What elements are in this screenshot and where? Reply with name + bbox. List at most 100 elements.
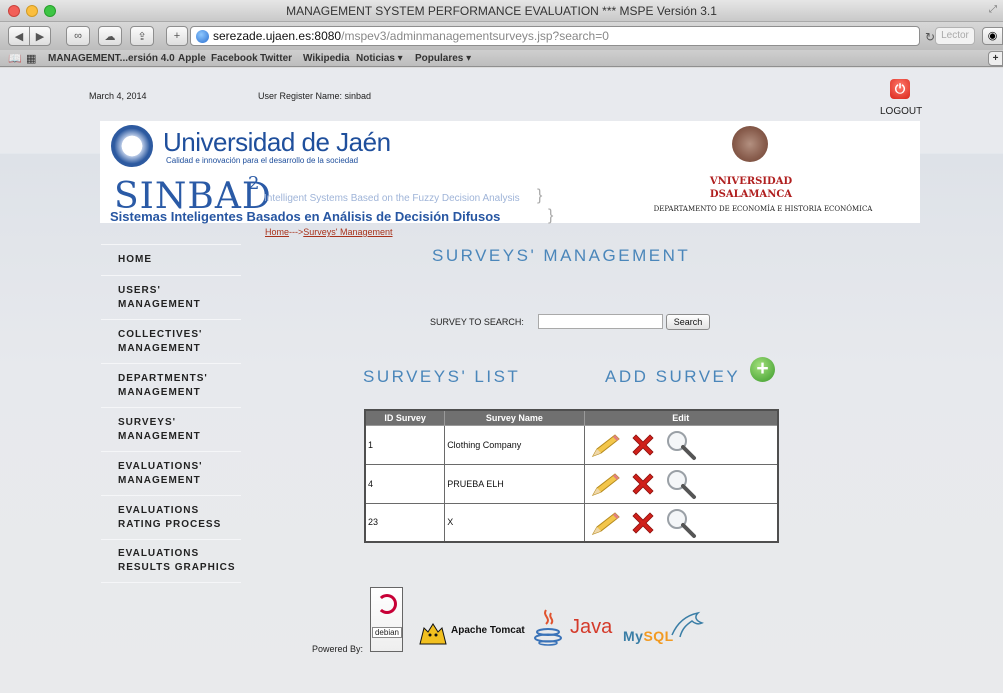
reader-button[interactable]: Lector (935, 27, 975, 45)
column-header-id: ID Survey (364, 409, 446, 426)
url-path: /mspev3/adminmanagementsurveys.jsp?searc… (341, 29, 609, 43)
debian-swirl-icon (377, 594, 397, 614)
department-name: DEPARTAMENTO DE ECONOMÍA E HISTORIA ECON… (653, 205, 873, 213)
edit-actions (583, 463, 779, 504)
bookmark-item[interactable]: Wikipedia (303, 53, 350, 64)
sidebar-item-results-graphics[interactable]: EVALUATIONS RESULTS GRAPHICS (101, 539, 241, 583)
address-bar[interactable]: serezade.ujaen.es:8080/mspev3/adminmanag… (190, 26, 920, 46)
forward-button[interactable]: ▶ (29, 26, 51, 46)
fullscreen-icon[interactable]: ⤢ (989, 4, 997, 15)
bookmarks-bar: 📖 ▦ MANAGEMENT...ersión 4.0 Apple Facebo… (0, 50, 1003, 67)
debian-label: debian (372, 627, 402, 638)
surveys-table: ID Survey Survey Name Edit 1 Clothing Co… (364, 409, 779, 543)
bookmarks-book-icon[interactable]: 📖 (8, 52, 22, 65)
university-jaen-title: Universidad de Jaén (163, 127, 391, 157)
table-header-row: ID Survey Survey Name Edit (364, 409, 779, 426)
globe-icon (196, 30, 209, 43)
magnifier-icon[interactable] (665, 468, 697, 500)
column-header-name: Survey Name (444, 409, 585, 426)
search-label: SURVEY TO SEARCH: (430, 317, 524, 327)
sinbad-spanish-subtitle: Sistemas Inteligentes Basados en Análisi… (110, 209, 501, 224)
window-title: MANAGEMENT SYSTEM PERFORMANCE EVALUATION… (286, 4, 717, 18)
breadcrumb-separator: ---> (289, 227, 304, 237)
sinbad-english-subtitle: Intelligent Systems Based on the Fuzzy D… (264, 193, 520, 204)
survey-name: Clothing Company (444, 424, 585, 465)
mysql-label-my: My (623, 628, 644, 644)
powered-by-label: Powered By: (312, 644, 364, 654)
survey-id: 4 (364, 463, 446, 504)
edit-actions (583, 424, 779, 465)
breadcrumb-home[interactable]: Home (265, 227, 289, 237)
bookmark-item[interactable]: MANAGEMENT...ersión 4.0 (48, 53, 175, 64)
java-label: Java (570, 616, 613, 638)
sidebar-item-home[interactable]: HOME (101, 244, 241, 275)
pencil-icon[interactable] (589, 432, 621, 458)
sidebar-item-surveys[interactable]: SURVEYS' MANAGEMENT (101, 407, 241, 451)
search-button[interactable]: Search (666, 314, 710, 330)
icloud-tabs-icon[interactable]: ☁ (98, 26, 122, 46)
pencil-icon[interactable] (589, 510, 621, 536)
apache-tomcat-label: Apache Tomcat (451, 625, 525, 636)
brace-decoration: } (537, 187, 543, 204)
sidebar-nav: HOME USERS' MANAGEMENT COLLECTIVES' MANA… (101, 244, 241, 583)
mysql-dolphin-icon (671, 611, 704, 638)
university-salamanca-name: VNIVERSIDAD (709, 176, 793, 187)
edit-actions (583, 502, 779, 543)
logout-link[interactable]: LOGOUT (880, 106, 922, 117)
mysql-logo: MySQL (623, 628, 674, 644)
sidebar-item-departments[interactable]: DEPARTMENTS' MANAGEMENT (101, 363, 241, 407)
current-date: March 4, 2014 (89, 91, 147, 101)
breadcrumb-current[interactable]: Surveys' Management (303, 227, 392, 237)
sidebar-item-evaluations[interactable]: EVALUATIONS' MANAGEMENT (101, 451, 241, 495)
user-register-name: User Register Name: sinbad (258, 91, 372, 101)
sidebar-item-rating-process[interactable]: EVALUATIONS RATING PROCESS (101, 495, 241, 539)
table-row: 1 Clothing Company (364, 424, 779, 465)
reload-icon[interactable]: ↻ (925, 30, 935, 44)
survey-id: 23 (364, 502, 446, 543)
magnifier-icon[interactable] (665, 429, 697, 461)
window-titlebar: MANAGEMENT SYSTEM PERFORMANCE EVALUATION… (0, 0, 1003, 22)
bookmarks-add-icon[interactable]: + (988, 51, 1003, 66)
bookmark-item[interactable]: Twitter (260, 53, 292, 64)
magnifier-icon[interactable] (665, 507, 697, 539)
sidebar-item-users[interactable]: USERS' MANAGEMENT (101, 275, 241, 319)
java-cup-icon (534, 609, 562, 646)
bookmark-item[interactable]: Noticias ▾ (356, 53, 403, 64)
table-row: 23 X (364, 502, 779, 543)
breadcrumb: Home--->Surveys' Management (265, 227, 393, 237)
sidebar-item-collectives[interactable]: COLLECTIVES' MANAGEMENT (101, 319, 241, 363)
brace-decoration: } (548, 207, 554, 224)
table-row: 4 PRUEBA ELH (364, 463, 779, 504)
debian-logo: debian (370, 587, 403, 652)
column-header-edit: Edit (583, 409, 779, 426)
page-title: SURVEYS' MANAGEMENT (432, 246, 691, 265)
reading-list-icon[interactable]: ∞ (66, 26, 90, 46)
delete-icon[interactable] (629, 431, 657, 459)
delete-icon[interactable] (629, 509, 657, 537)
add-survey-link[interactable]: ADD SURVEY (605, 367, 740, 387)
power-icon[interactable]: ⏻ (890, 79, 910, 99)
surveys-list-title: SURVEYS' LIST (363, 367, 521, 386)
browser-toolbar: ◀ ▶ ∞ ☁ ⇪ + serezade.ujaen.es:8080/mspev… (0, 22, 1003, 50)
survey-id: 1 (364, 424, 446, 465)
url-host: serezade.ujaen.es:8080 (213, 29, 342, 43)
university-salamanca-name-2: DSALAMANCA (709, 189, 793, 200)
back-button[interactable]: ◀ (8, 26, 30, 46)
bookmark-item[interactable]: Populares ▾ (415, 53, 471, 64)
bookmark-item[interactable]: Apple (178, 53, 206, 64)
pencil-icon[interactable] (589, 471, 621, 497)
top-sites-grid-icon[interactable]: ▦ (26, 52, 36, 65)
share-icon[interactable]: ⇪ (130, 26, 154, 46)
add-plus-icon[interactable]: + (750, 357, 775, 382)
tomcat-icon (419, 623, 447, 645)
university-salamanca-seal-icon (732, 126, 768, 162)
downloads-icon[interactable]: ◉ (982, 27, 1003, 45)
survey-name: X (444, 502, 585, 543)
bookmark-item[interactable]: Facebook (211, 53, 258, 64)
add-bookmark-button[interactable]: + (166, 26, 188, 46)
search-input[interactable] (538, 314, 663, 329)
delete-icon[interactable] (629, 470, 657, 498)
sinbad-superscript: 2 (248, 173, 260, 194)
page-content: March 4, 2014 User Register Name: sinbad… (0, 68, 1003, 693)
header-banner: Universidad de Jaén Calidad e innovación… (100, 121, 920, 224)
